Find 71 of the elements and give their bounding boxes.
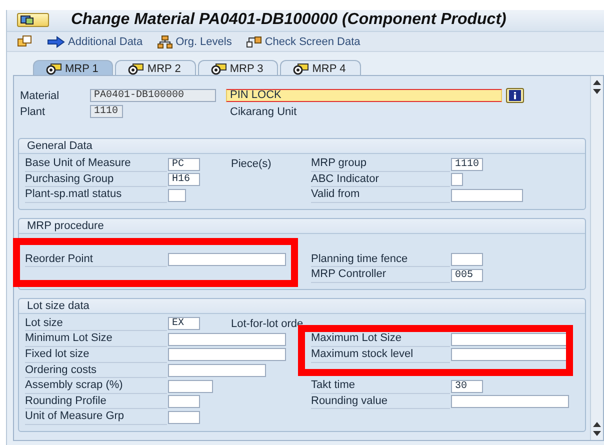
scrollbar[interactable] [590,76,603,440]
field-label: MRP group [311,156,450,172]
hierarchy-icon [156,34,173,49]
field-label: Minimum Lot Size [25,331,167,348]
toolbar-button[interactable]: Check Screen Data [246,34,360,49]
arrow-right-icon [47,36,65,48]
field-label: Valid from [311,187,450,204]
field-label: Ordering costs [25,362,167,378]
group-title: Lot size data [19,298,585,314]
input-field[interactable] [451,332,569,346]
field-label: Fixed lot size [25,347,167,363]
menu-button[interactable] [17,13,49,28]
tab[interactable]: MRP 4 [280,60,361,76]
input-field[interactable] [451,252,483,266]
field-description: Piece(s) [231,158,272,170]
windows-icon[interactable] [17,34,33,49]
description-field[interactable]: PIN LOCK [226,89,502,102]
plant-name: Cikarang Unit [229,106,298,118]
input-field[interactable]: 30 [451,380,483,393]
input-field[interactable] [168,188,186,202]
field-label: Planning time fence [311,252,450,268]
field-label: Rounding value [311,394,450,410]
field-label: MRP Controller [311,267,450,283]
input-field[interactable] [451,395,569,408]
tab[interactable]: MRP 2 [115,60,196,76]
field-label: Lot size [25,316,167,332]
field-label: Takt time [311,378,450,394]
input-field[interactable] [451,188,523,202]
input-field[interactable]: PC [168,158,200,171]
info-icon [509,90,521,102]
input-field[interactable]: H16 [168,173,200,186]
input-field[interactable] [451,348,569,362]
input-field[interactable]: PA0401-DB100000 [90,89,216,102]
input-field[interactable]: 1110 [451,158,483,171]
field-label: Plant [20,106,46,118]
tab[interactable]: MRP 1 [33,60,114,76]
field-label: Assembly scrap (%) [25,378,167,394]
toolbar-button[interactable]: Additional Data [47,36,143,48]
input-field[interactable] [168,348,286,362]
scroll-down-icon [593,89,601,94]
field-label: Unit of Measure Grp [25,409,167,425]
field-label: Material [20,90,60,102]
input-field[interactable] [168,380,213,393]
input-field[interactable] [168,364,266,377]
input-field[interactable]: EX [168,317,200,330]
group-title: General Data [19,139,585,154]
input-field[interactable] [168,252,286,266]
field-label: Plant-sp.matl status [25,187,167,204]
field-label: Rounding Profile [25,394,167,410]
scroll-up-icon [593,80,601,86]
toolbar-button[interactable]: Org. Levels [156,34,232,49]
field-label: Reorder Point [25,252,167,268]
input-field[interactable]: 005 [451,268,483,282]
input-field[interactable] [451,173,463,186]
screen-icon [20,15,34,26]
info-button[interactable] [506,88,524,104]
scroll-down-icon [593,431,601,436]
input-field[interactable] [168,395,200,408]
input-field[interactable]: 1110 [90,105,123,118]
scroll-up-icon [593,422,601,427]
field-label: Maximum Lot Size [311,331,450,348]
tab[interactable]: MRP 3 [198,60,278,76]
input-field[interactable] [168,332,286,346]
field-label: ABC Indicator [311,172,450,188]
input-field[interactable] [168,410,200,424]
field-label: Purchasing Group [25,172,167,188]
window-title: Change Material PA0401-DB100000 (Component Product) [71,11,506,30]
group-title: MRP procedure [19,219,585,234]
linked-boxes-icon [246,34,262,49]
field-label: Maximum stock level [311,347,450,363]
field-label: Base Unit of Measure [25,156,167,172]
